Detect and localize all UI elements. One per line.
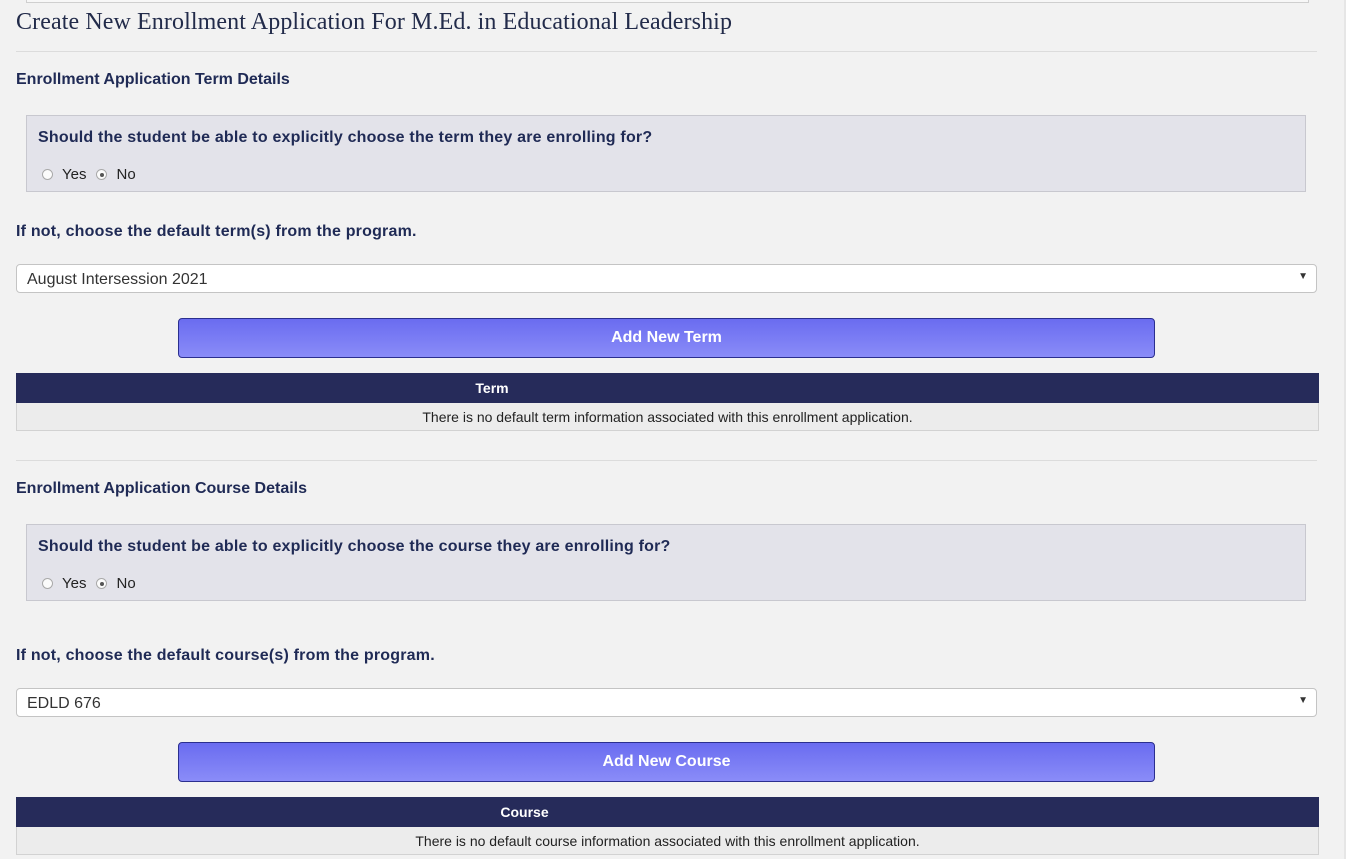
course-select-value: EDLD 676	[27, 695, 101, 712]
divider	[16, 460, 1317, 461]
add-new-term-button[interactable]: Add New Term	[178, 318, 1155, 358]
course-default-label: If not, choose the default course(s) fro…	[16, 647, 435, 664]
course-yes-label: Yes	[62, 575, 87, 592]
top-panel-edge	[26, 0, 1309, 3]
term-table-header-row: Term	[16, 373, 1319, 403]
course-question-box: Should the student be able to explicitly…	[26, 524, 1306, 601]
course-column-header: Course	[16, 797, 1033, 827]
term-table: Term There is no default term informatio…	[16, 373, 1319, 431]
term-default-label: If not, choose the default term(s) from …	[16, 223, 417, 240]
course-no-radio[interactable]	[96, 578, 108, 589]
course-actions-column-header	[1032, 797, 1319, 827]
page-title: Create New Enrollment Application For M.…	[16, 9, 733, 35]
course-yes-radio[interactable]	[42, 578, 53, 589]
term-question-text: Should the student be able to explicitly…	[38, 129, 653, 146]
term-actions-column-header	[967, 373, 1319, 403]
term-select[interactable]: August Intersession 2021 ▼	[16, 264, 1317, 293]
course-table: Course There is no default course inform…	[16, 797, 1319, 855]
term-question-box: Should the student be able to explicitly…	[26, 115, 1306, 192]
term-choice-radio-group: Yes No	[42, 166, 146, 183]
term-yes-radio[interactable]	[42, 169, 53, 180]
course-no-label: No	[116, 575, 136, 592]
term-no-label: No	[116, 166, 136, 183]
table-row: There is no default term information ass…	[16, 402, 1319, 431]
course-select[interactable]: EDLD 676 ▼	[16, 688, 1317, 717]
dropdown-arrow-icon: ▼	[1298, 695, 1308, 706]
course-choice-radio-group: Yes No	[42, 575, 146, 592]
table-row: There is no default course information a…	[16, 826, 1319, 855]
course-table-empty-message: There is no default course information a…	[16, 826, 1319, 855]
divider	[16, 51, 1317, 52]
course-question-text: Should the student be able to explicitly…	[38, 538, 671, 555]
add-new-course-button[interactable]: Add New Course	[178, 742, 1155, 782]
course-table-header-row: Course	[16, 797, 1319, 827]
term-no-radio[interactable]	[96, 169, 108, 180]
course-section-heading: Enrollment Application Course Details	[16, 480, 308, 497]
dropdown-arrow-icon: ▼	[1298, 271, 1308, 282]
term-select-value: August Intersession 2021	[27, 271, 208, 288]
term-table-empty-message: There is no default term information ass…	[16, 402, 1319, 431]
term-section-heading: Enrollment Application Term Details	[16, 71, 290, 88]
term-column-header: Term	[16, 373, 968, 403]
term-yes-label: Yes	[62, 166, 87, 183]
